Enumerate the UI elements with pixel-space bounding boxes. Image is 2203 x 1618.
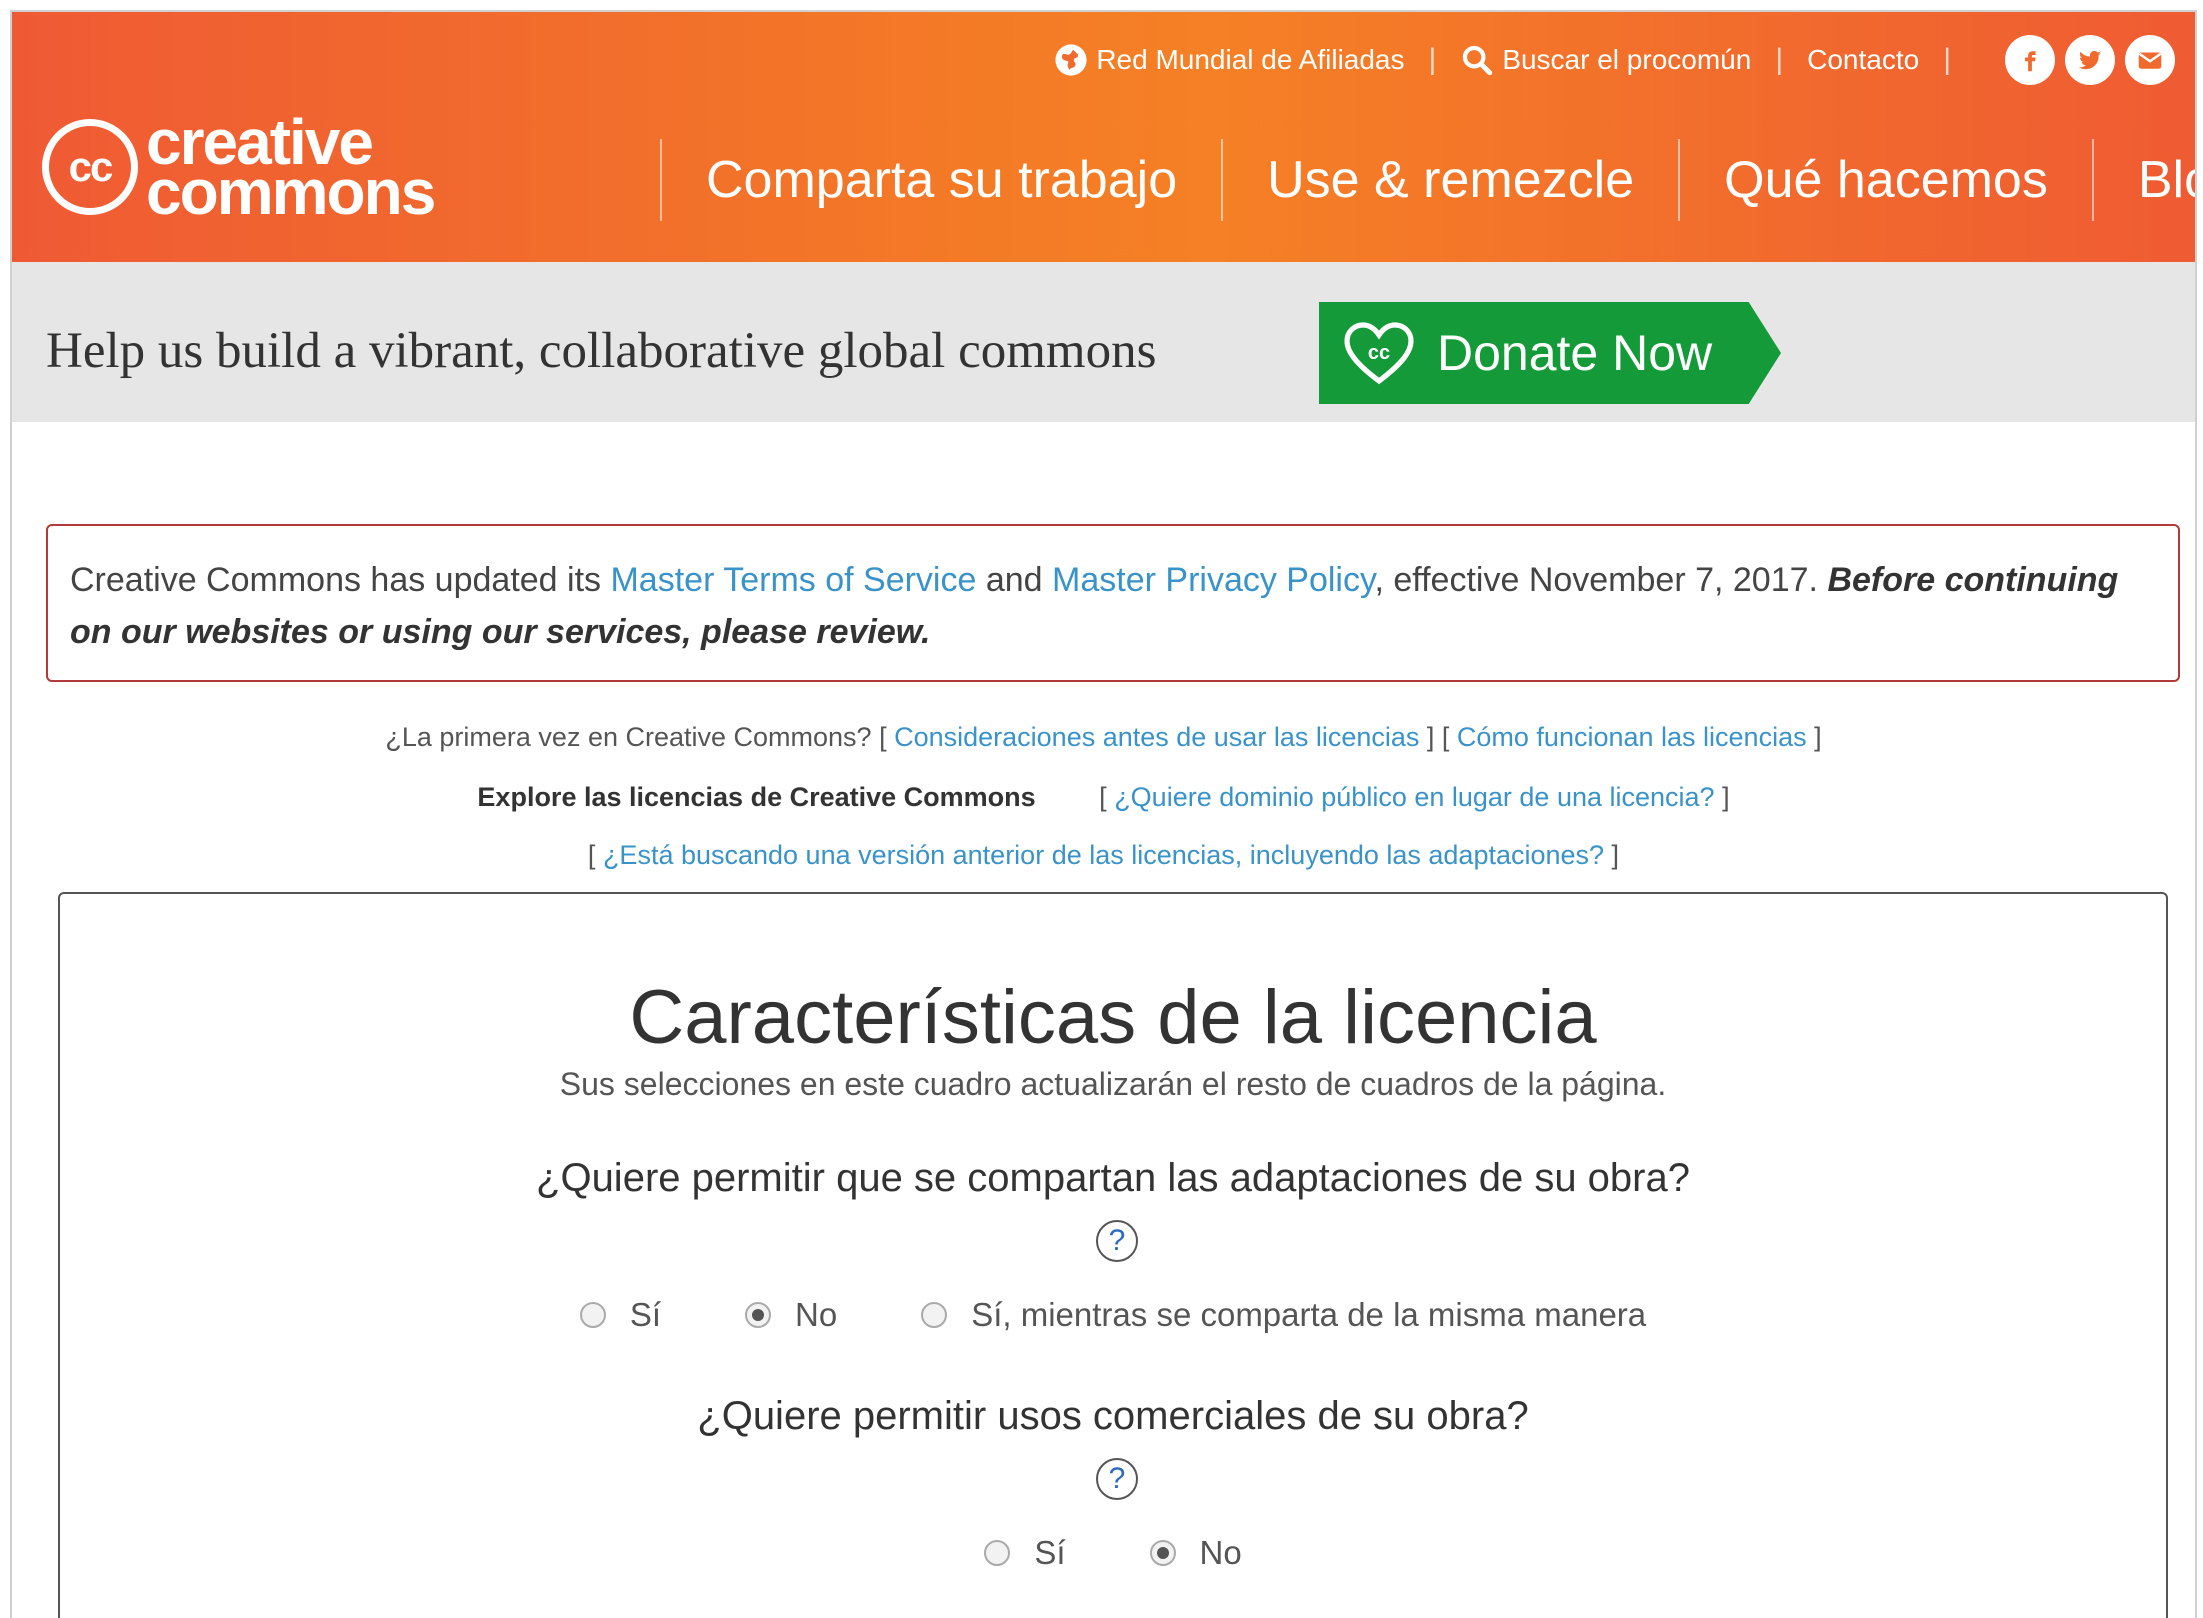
donate-now-button[interactable]: cc Donate Now	[1319, 302, 1781, 404]
commercial-option-yes[interactable]: Sí	[984, 1534, 1066, 1572]
logo-wordmark: creative commons	[146, 110, 436, 228]
radio-button-checked[interactable]	[745, 1302, 772, 1328]
nav-blog[interactable]: Blog	[2091, 139, 2195, 221]
donate-now-label: Donate Now	[1437, 325, 1713, 381]
twitter-icon[interactable]	[2065, 35, 2115, 85]
intro-line-explore: Explore las licencias de Creative Common…	[12, 782, 2195, 813]
intro-line-previous: [ ¿Está buscando una versión anterior de…	[12, 840, 2195, 871]
browser-page: Red Mundial de Afiliadas | Buscar el pro…	[10, 10, 2197, 1618]
previous-versions-link[interactable]: ¿Está buscando una versión anterior de l…	[603, 840, 1604, 870]
cc-heart-icon: cc	[1344, 322, 1414, 385]
radio-button[interactable]	[984, 1540, 1011, 1566]
adaptations-option-yes[interactable]: Sí	[579, 1296, 662, 1334]
option-label: No	[795, 1296, 838, 1333]
donate-tagline: Help us build a vibrant, collaborative g…	[46, 323, 1157, 379]
considerations-link[interactable]: Consideraciones antes de usar las licenc…	[894, 722, 1419, 752]
public-domain-link[interactable]: ¿Quiere dominio público en lugar de una …	[1114, 782, 1714, 812]
bracket: ]	[1604, 840, 1620, 870]
search-icon	[1463, 45, 1493, 76]
bracket: [	[1099, 782, 1115, 812]
intro-line-first-time: ¿La primera vez en Creative Commons? [ C…	[12, 722, 2195, 753]
license-features-title: Características de la licencia	[629, 975, 1597, 1060]
utility-nav: Red Mundial de Afiliadas | Buscar el pro…	[1054, 30, 2175, 90]
adaptations-option-share-alike[interactable]: Sí, mientras se comparta de la misma man…	[921, 1296, 1646, 1334]
divider: |	[1775, 43, 1784, 76]
radio-button[interactable]	[921, 1302, 948, 1328]
option-label: No	[1199, 1534, 1242, 1571]
nav-share-your-work[interactable]: Comparta su trabajo	[660, 139, 1221, 221]
nav-what-we-do[interactable]: Qué hacemos	[1678, 139, 2092, 221]
social-links	[2005, 35, 2175, 85]
affiliates-link[interactable]: Red Mundial de Afiliadas	[1054, 43, 1405, 77]
divider: |	[1428, 43, 1437, 76]
nav-use-remix[interactable]: Use & remezcle	[1221, 139, 1678, 221]
radio-button[interactable]	[579, 1302, 606, 1328]
terms-update-notice: Creative Commons has updated its Master …	[46, 524, 2180, 682]
commercial-option-no[interactable]: No	[1149, 1534, 1242, 1572]
option-label: Sí	[1034, 1534, 1066, 1571]
bracket: [	[879, 722, 895, 752]
creative-commons-logo[interactable]: cc creative commons	[42, 110, 436, 228]
search-commons-label: Buscar el procomún	[1502, 44, 1752, 75]
donate-banner: Help us build a vibrant, collaborative g…	[12, 262, 2195, 422]
contact-label: Contacto	[1807, 44, 1920, 75]
how-licenses-work-link[interactable]: Cómo funcionan las licencias	[1457, 722, 1807, 752]
facebook-icon[interactable]	[2005, 35, 2055, 85]
radio-button-checked[interactable]	[1149, 1540, 1176, 1566]
notice-text-pre: Creative Commons has updated its	[70, 561, 611, 599]
first-time-text: ¿La primera vez en Creative Commons?	[385, 722, 872, 752]
cc-logo-mark: cc	[42, 119, 138, 215]
contact-link[interactable]: Contacto	[1807, 44, 1919, 76]
adaptations-option-no[interactable]: No	[745, 1296, 837, 1334]
bracket: ]	[1806, 722, 1822, 752]
commercial-help-icon[interactable]: ?	[1096, 1458, 1138, 1500]
explore-heading: Explore las licencias de Creative Common…	[477, 782, 1036, 812]
search-commons-link[interactable]: Buscar el procomún	[1460, 43, 1751, 77]
bracket: ]	[1714, 782, 1730, 812]
notice-text-post: , effective November 7, 2017.	[1374, 561, 1828, 599]
commercial-question: ¿Quiere permitir usos comerciales de su …	[697, 1394, 1529, 1438]
notice-text-mid: and	[976, 561, 1053, 599]
adaptations-options: Sí No Sí, mientras se comparta de la mis…	[60, 1296, 2166, 1334]
commercial-options: Sí No	[60, 1534, 2166, 1572]
adaptations-help-icon[interactable]: ?	[1096, 1220, 1138, 1262]
bracket: ] [	[1419, 722, 1457, 752]
adaptations-question: ¿Quiere permitir que se compartan las ad…	[536, 1156, 1690, 1200]
option-label: Sí, mientras se comparta de la misma man…	[971, 1296, 1647, 1333]
divider: |	[1943, 43, 1951, 76]
master-terms-link[interactable]: Master Terms of Service	[610, 561, 976, 599]
master-privacy-link[interactable]: Master Privacy Policy	[1052, 561, 1374, 599]
option-label: Sí	[629, 1296, 662, 1333]
logo-line-2: commons	[146, 156, 436, 228]
globe-icon	[1055, 44, 1087, 76]
site-header: Red Mundial de Afiliadas | Buscar el pro…	[12, 12, 2195, 262]
svg-text:cc: cc	[1368, 342, 1390, 364]
affiliates-label: Red Mundial de Afiliadas	[1096, 44, 1405, 75]
license-features-card: Características de la licencia Sus selec…	[58, 892, 2168, 1618]
email-icon[interactable]	[2125, 35, 2175, 85]
main-nav: Comparta su trabajo Use & remezcle Qué h…	[660, 139, 2195, 221]
license-features-subtitle: Sus selecciones en este cuadro actualiza…	[559, 1066, 1667, 1102]
bracket: [	[587, 840, 603, 870]
